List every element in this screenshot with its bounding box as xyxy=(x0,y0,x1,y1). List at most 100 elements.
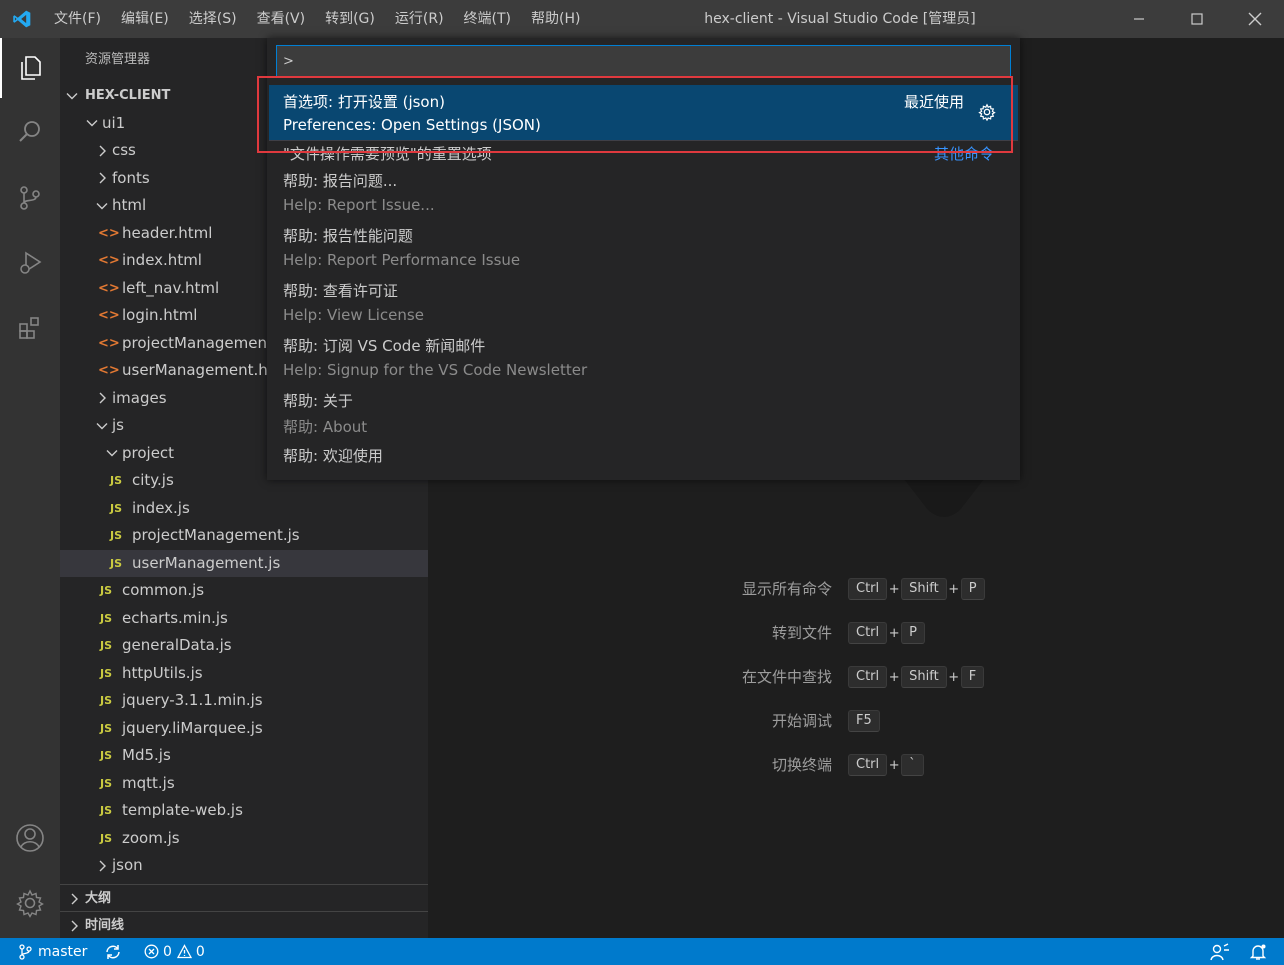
tree-item-label: html xyxy=(112,196,147,214)
outline-panel-header[interactable]: 大纲 xyxy=(60,884,428,911)
shortcut-label: 显示所有命令 xyxy=(741,580,832,598)
tree-file[interactable]: JS index.js xyxy=(60,495,428,522)
keycap: Shift xyxy=(901,666,947,688)
shortcut-hint: 在文件中查找 Ctrl + Shift + F xyxy=(428,665,1284,689)
tree-file[interactable]: JS mqtt.js xyxy=(60,770,428,797)
tree-file[interactable]: JS generalData.js xyxy=(60,632,428,659)
activity-bar xyxy=(0,38,60,938)
keycap: Ctrl xyxy=(848,754,888,776)
tree-file[interactable]: JS Md5.js xyxy=(60,742,428,769)
timeline-label: 时间线 xyxy=(85,918,125,933)
command-item[interactable]: 帮助: 报告性能问题 Help: Report Performance Issue xyxy=(269,222,1018,277)
extensions-icon[interactable] xyxy=(0,298,60,358)
menu-view[interactable]: 查看(V) xyxy=(247,0,316,38)
tree-item-label: json xyxy=(112,856,143,874)
close-button[interactable] xyxy=(1226,0,1284,38)
keycap: Shift xyxy=(901,578,947,600)
keycap: Ctrl xyxy=(848,578,888,600)
maximize-icon xyxy=(1191,13,1203,25)
palette-input-box xyxy=(276,45,1011,77)
command-alias: Preferences: Open Settings (JSON) xyxy=(283,116,541,134)
notifications-status[interactable] xyxy=(1249,938,1267,965)
tree-item-label: generalData.js xyxy=(122,636,232,654)
command-item[interactable]: 帮助: 订阅 VS Code 新闻邮件 Help: Signup for the … xyxy=(269,332,1018,387)
tree-item-label: city.js xyxy=(132,471,174,489)
minimize-icon xyxy=(1134,18,1144,20)
javascript-file-icon: JS xyxy=(99,804,112,817)
maximize-button[interactable] xyxy=(1168,0,1226,38)
error-count: 0 xyxy=(163,943,172,960)
sync-icon xyxy=(106,944,120,959)
menu-edit[interactable]: 编辑(E) xyxy=(111,0,179,38)
keycap: P xyxy=(960,578,985,600)
tree-item-label: httpUtils.js xyxy=(122,663,203,682)
accounts-icon[interactable] xyxy=(0,808,60,868)
key-plus: + xyxy=(948,581,960,597)
command-item[interactable]: 帮助: 报告问题... Help: Report Issue... xyxy=(269,167,1018,222)
key-plus: + xyxy=(888,581,900,597)
source-control-icon[interactable] xyxy=(0,168,60,228)
tree-file[interactable]: JS echarts.min.js xyxy=(60,605,428,632)
other-commands-link[interactable]: 其他命令 xyxy=(934,143,994,164)
chevron-right-icon xyxy=(96,137,108,164)
tree-item-label: index.html xyxy=(122,251,202,269)
tree-folder[interactable]: json xyxy=(60,852,428,879)
menu-selection[interactable]: 选择(S) xyxy=(179,0,247,38)
command-alias: 帮助: About xyxy=(283,418,368,436)
command-input[interactable] xyxy=(283,46,1003,76)
tree-item-label: template-web.js xyxy=(122,801,243,819)
javascript-file-icon: JS xyxy=(99,611,112,625)
timeline-panel-header[interactable]: 时间线 xyxy=(60,911,428,938)
keycap: F xyxy=(960,666,985,688)
command-item[interactable]: 帮助: 关于 帮助: About xyxy=(269,387,1018,442)
key-plus: + xyxy=(948,669,960,685)
feedback-person-icon xyxy=(1210,942,1229,960)
run-debug-icon[interactable] xyxy=(0,233,60,293)
shortcut-label: 在文件中查找 xyxy=(741,668,832,686)
menu-bar: 文件(F) 编辑(E) 选择(S) 查看(V) 转到(G) 运行(R) 终端(T… xyxy=(44,0,590,38)
menu-terminal[interactable]: 终端(T) xyxy=(454,0,521,38)
tree-file[interactable]: JS jquery.liMarquee.js xyxy=(60,715,428,742)
live-share-status[interactable] xyxy=(1210,938,1230,965)
tree-file[interactable]: JS template-web.js xyxy=(60,797,428,824)
keycap: ` xyxy=(901,754,924,776)
tree-file[interactable]: JS projectManagement.js xyxy=(60,522,428,549)
command-item[interactable]: 帮助: 查看许可证 Help: View License xyxy=(269,277,1018,332)
tree-file[interactable]: JS common.js xyxy=(60,577,428,604)
command-label: 帮助: 欢迎使用 xyxy=(283,447,383,465)
menu-go[interactable]: 转到(G) xyxy=(315,0,385,38)
shortcut-label: 转到文件 xyxy=(771,624,832,642)
problems-status[interactable]: 0 0 xyxy=(144,938,205,965)
command-label: 帮助: 订阅 VS Code 新闻邮件 xyxy=(283,337,486,355)
keycap: F5 xyxy=(848,710,880,732)
tree-item-label: common.js xyxy=(122,581,205,599)
command-alias: Help: Signup for the VS Code Newsletter xyxy=(283,361,588,379)
html-file-icon: <> xyxy=(98,308,120,323)
command-label: "文件操作需要预览"的重置选项 xyxy=(283,145,492,163)
command-item[interactable]: 首选项: 打开设置 (json) Preferences: Open Settin… xyxy=(269,85,1018,140)
menu-file[interactable]: 文件(F) xyxy=(44,0,111,38)
configure-keybinding-gear-icon[interactable] xyxy=(976,101,998,123)
tree-item-label: jquery-3.1.1.min.js xyxy=(122,691,263,709)
tree-file[interactable]: JS userManagement.js xyxy=(60,549,428,577)
search-icon[interactable] xyxy=(0,102,60,162)
manage-gear-icon[interactable] xyxy=(0,873,60,933)
minimize-button[interactable] xyxy=(1110,0,1168,38)
sync-status[interactable] xyxy=(104,938,122,965)
tree-file[interactable]: JS httpUtils.js xyxy=(60,660,428,687)
warning-icon xyxy=(176,944,192,959)
menu-run[interactable]: 运行(R) xyxy=(385,0,454,38)
explorer-icon[interactable] xyxy=(0,38,60,98)
shortcut-keys: Ctrl + ` xyxy=(848,753,924,777)
tree-file[interactable]: JS jquery-3.1.1.min.js xyxy=(60,687,428,714)
keycap: Ctrl xyxy=(848,666,888,688)
tree-item-label: images xyxy=(112,388,167,407)
window-title: hex-client - Visual Studio Code [管理员] xyxy=(704,11,976,27)
command-item[interactable]: "文件操作需要预览"的重置选项 其他命令 xyxy=(269,140,1018,167)
branch-status[interactable]: master xyxy=(18,938,87,965)
command-label: 帮助: 报告问题... xyxy=(283,172,398,190)
command-item[interactable]: 帮助: 欢迎使用 xyxy=(269,442,1018,472)
tree-item-label: left_nav.html xyxy=(122,278,220,297)
tree-file[interactable]: JS zoom.js xyxy=(60,825,428,852)
key-plus: + xyxy=(888,625,900,641)
